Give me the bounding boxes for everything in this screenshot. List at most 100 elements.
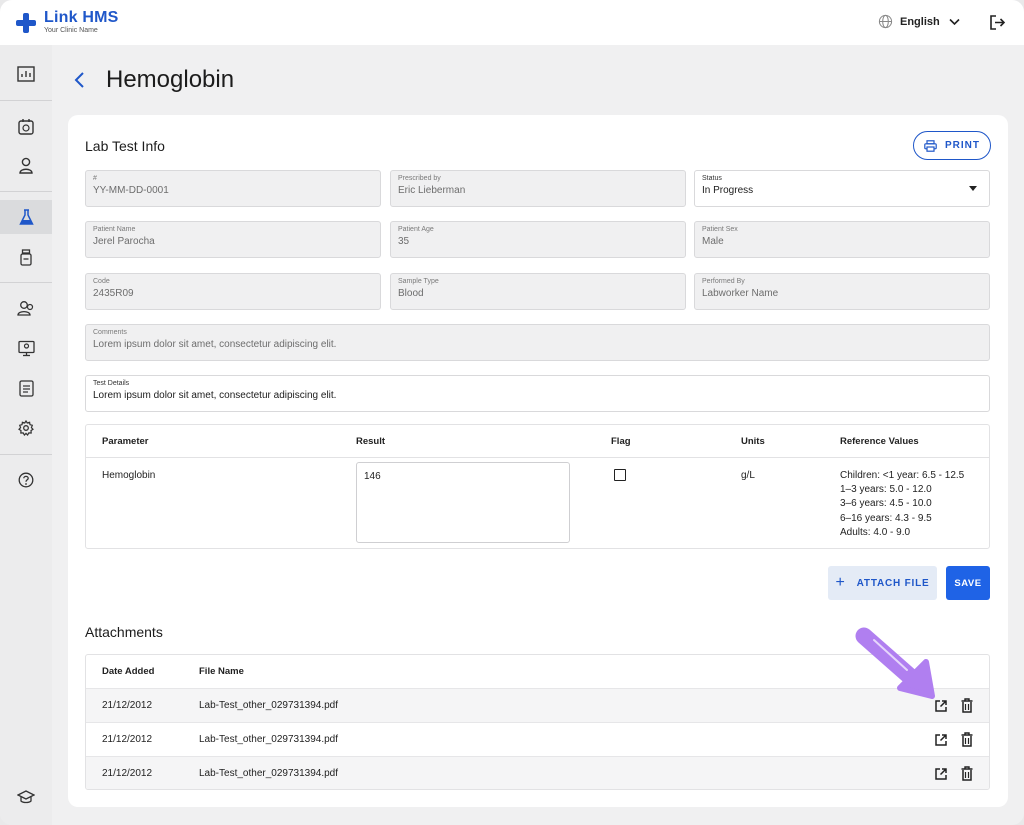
sidebar-item-dashboard[interactable] (0, 57, 52, 91)
sidebar-item-users[interactable] (0, 291, 52, 325)
sidebar-item-reports[interactable] (0, 371, 52, 405)
reference-line: Children: <1 year: 6.5 - 12.5 (840, 470, 965, 481)
column-header: File Name (199, 666, 244, 677)
field-value: Labworker Name (702, 288, 779, 299)
field-label: # (93, 175, 97, 182)
column-header: Result (356, 436, 386, 447)
field-label: Patient Age (398, 226, 434, 233)
result-input[interactable]: 146 (356, 462, 570, 543)
print-label: PRINT (945, 140, 980, 151)
table-row[interactable]: 21/12/2012 Lab-Test_other_029731394.pdf (86, 722, 989, 756)
sidebar-item-lab[interactable] (0, 200, 52, 234)
attach-file-label: ATTACH FILE (856, 577, 930, 589)
page-title: Hemoglobin (106, 66, 235, 93)
number-field: # YY-MM-DD-0001 (85, 170, 381, 207)
parameter-cell: Hemoglobin (102, 470, 156, 481)
field-value: Lorem ipsum dolor sit amet, consectetur … (93, 339, 337, 350)
field-label: Test Details (93, 380, 130, 387)
lab-test-card: Lab Test Info PRINT # YY-MM-DD-0001 Pres… (68, 115, 1008, 807)
results-table: Parameter Result Flag Units Reference Va… (85, 424, 990, 549)
plus-icon: + (835, 574, 846, 591)
open-external-icon[interactable] (934, 767, 948, 786)
column-header: Flag (611, 436, 631, 447)
field-value: Male (702, 236, 724, 247)
column-header: Reference Values (840, 436, 919, 447)
help-icon (18, 472, 34, 488)
column-header: Date Added (102, 666, 155, 677)
app-logo[interactable]: Link HMS Your Clinic Name (16, 10, 119, 35)
patient-sex-field: Patient Sex Male (694, 221, 990, 258)
field-value: YY-MM-DD-0001 (93, 185, 169, 196)
app-window: Link HMS Your Clinic Name English Hemogl… (0, 0, 1024, 825)
reference-line: 3–6 years: 4.5 - 10.0 (840, 498, 932, 510)
field-label: Status (702, 175, 722, 182)
dashboard-icon (17, 66, 35, 82)
trash-icon[interactable] (961, 766, 973, 786)
sidebar-item-monitor[interactable] (0, 331, 52, 365)
performed-by-field: Performed By Labworker Name (694, 273, 990, 310)
chevron-down-icon (949, 18, 960, 25)
field-label: Prescribed by (398, 175, 441, 182)
column-header: Units (741, 436, 765, 447)
patient-age-field: Patient Age 35 (390, 221, 686, 258)
result-value: 146 (364, 471, 381, 482)
attach-file-button[interactable]: + ATTACH FILE (828, 566, 937, 600)
file-name-cell: Lab-Test_other_029731394.pdf (199, 768, 339, 779)
field-value: In Progress (702, 185, 754, 196)
field-value: Lorem ipsum dolor sit amet, consectetur … (93, 390, 337, 401)
field-label: Sample Type (398, 278, 439, 285)
sidebar-item-medication[interactable] (0, 240, 52, 274)
field-label: Patient Name (93, 226, 136, 233)
field-value: 35 (398, 236, 410, 247)
reference-line: 6–16 years: 4.3 - 9.5 (840, 512, 932, 524)
comments-field: Comments Lorem ipsum dolor sit amet, con… (85, 324, 990, 361)
trash-icon[interactable] (961, 698, 973, 718)
clinic-name: Your Clinic Name (44, 27, 98, 34)
globe-icon (878, 14, 893, 29)
reference-line: 1–3 years: 5.0 - 12.0 (840, 484, 932, 496)
monitor-icon (17, 340, 35, 356)
print-button[interactable]: PRINT (913, 131, 991, 160)
field-label: Comments (93, 329, 127, 336)
app-name: Link HMS (44, 9, 119, 26)
highlight-arrow-icon (855, 627, 935, 699)
save-button[interactable]: SAVE (946, 566, 990, 600)
open-external-icon[interactable] (934, 733, 948, 752)
units-cell: g/L (741, 470, 755, 481)
column-header: Parameter (102, 436, 149, 447)
sidebar-item-settings[interactable] (0, 411, 52, 445)
field-value: Eric Lieberman (398, 185, 466, 196)
date-cell: 21/12/2012 (102, 700, 153, 711)
printer-icon (924, 139, 937, 152)
table-row[interactable]: 21/12/2012 Lab-Test_other_029731394.pdf (86, 756, 989, 789)
field-value: 2435R09 (93, 288, 134, 299)
dropdown-arrow-icon (969, 186, 977, 191)
prescribed-by-field: Prescribed by Eric Lieberman (390, 170, 686, 207)
sidebar-item-help[interactable] (0, 463, 52, 497)
language-selector[interactable]: English (878, 14, 960, 29)
language-label: English (900, 15, 940, 28)
field-label: Code (93, 278, 110, 285)
test-details-field[interactable]: Test Details Lorem ipsum dolor sit amet,… (85, 375, 990, 412)
back-button[interactable] (73, 70, 87, 95)
sidebar-item-education[interactable] (0, 780, 52, 814)
patient-name-field: Patient Name Jerel Parocha (85, 221, 381, 258)
logout-button[interactable] (989, 14, 1006, 36)
education-icon (17, 790, 35, 804)
appointments-icon (18, 118, 34, 135)
field-label: Patient Sex (702, 226, 738, 233)
field-value: Blood (398, 288, 424, 299)
status-select[interactable]: Status In Progress (694, 170, 990, 207)
trash-icon[interactable] (961, 732, 973, 752)
date-cell: 21/12/2012 (102, 734, 153, 745)
sidebar-item-appointments[interactable] (0, 109, 52, 143)
field-value: Jerel Parocha (93, 236, 155, 247)
logo-icon (16, 13, 36, 33)
users-icon (17, 300, 34, 316)
flag-checkbox[interactable] (614, 469, 626, 481)
top-bar: Link HMS Your Clinic Name English (0, 0, 1024, 45)
chevron-left-icon (74, 72, 84, 88)
medication-icon (20, 248, 32, 266)
patient-icon (19, 157, 33, 174)
sidebar-item-patients[interactable] (0, 148, 52, 182)
